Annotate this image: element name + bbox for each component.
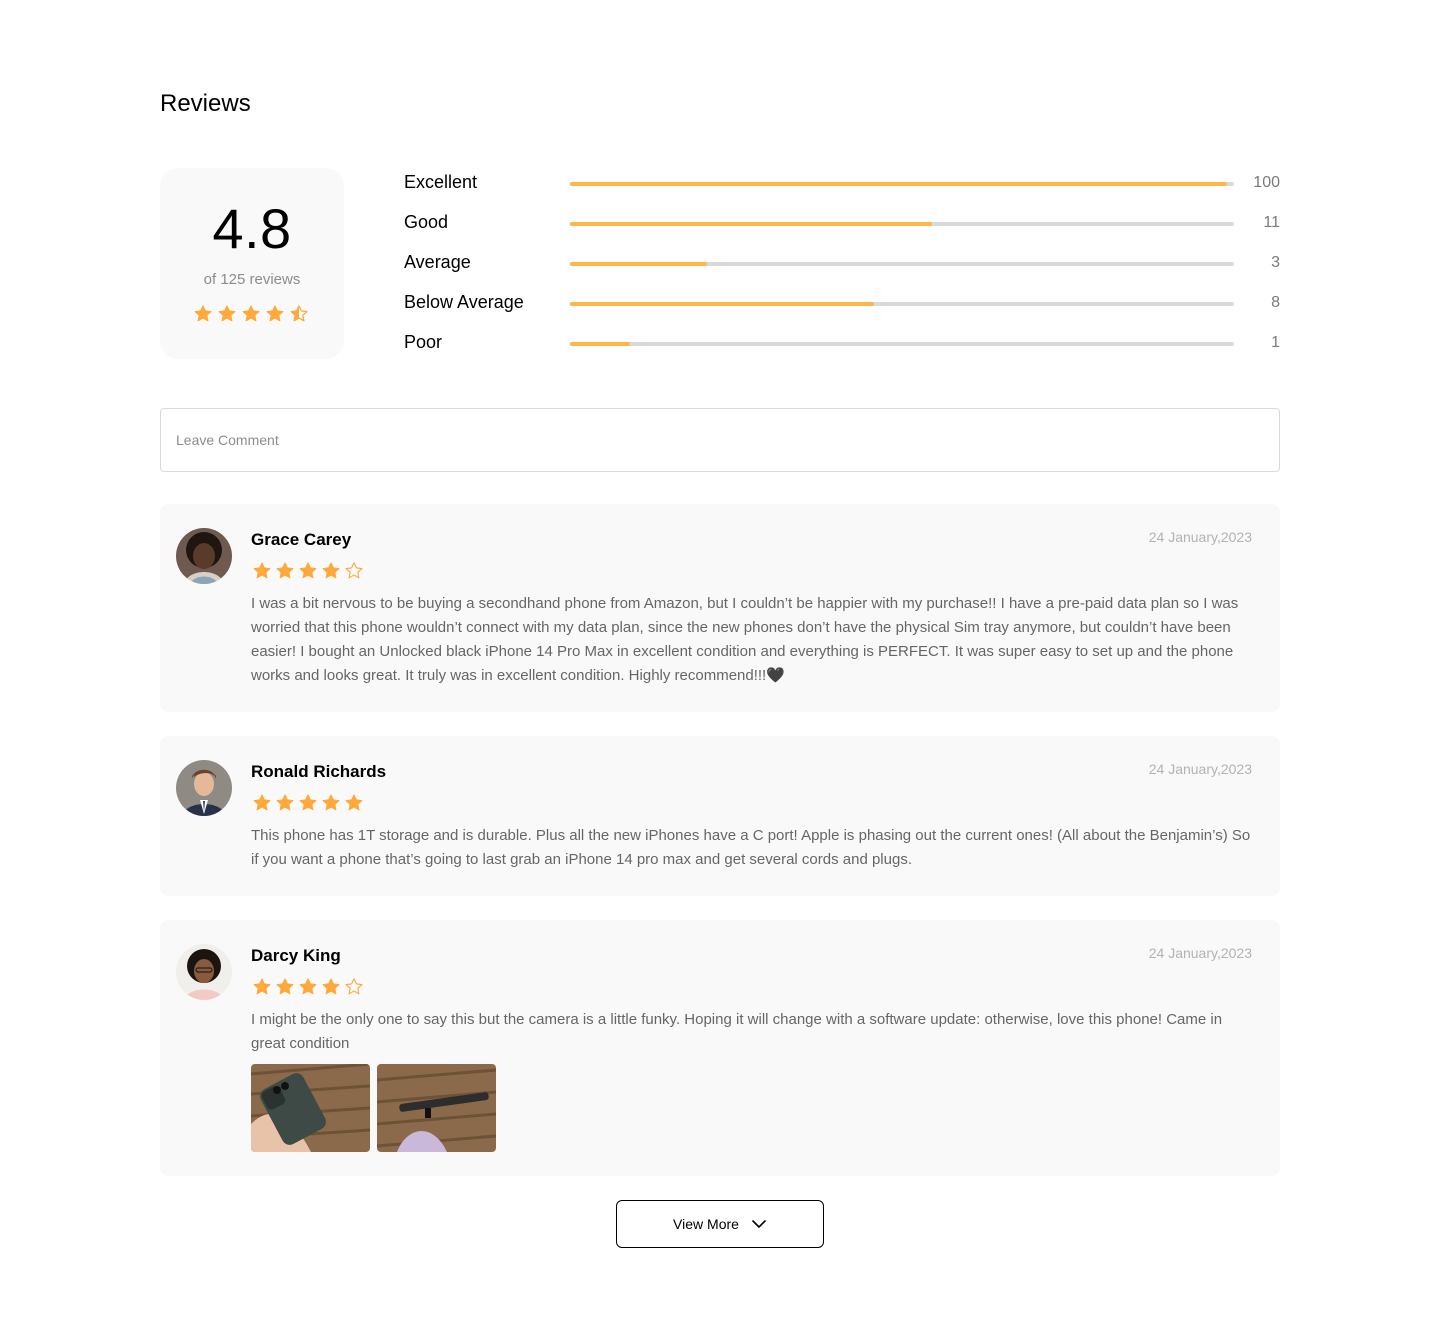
breakdown-label: Excellent — [404, 172, 478, 192]
star-filled-icon — [275, 793, 295, 813]
avatar — [176, 760, 232, 816]
breakdown-label: Good — [404, 212, 449, 232]
star-filled-icon — [193, 304, 213, 324]
avatar — [176, 944, 232, 1000]
star-filled-icon — [275, 977, 295, 997]
reviewer-name: Darcy King — [251, 946, 341, 965]
review-stars — [252, 977, 364, 997]
reviewer-name: Grace Carey — [251, 530, 352, 549]
star-filled-icon — [321, 977, 341, 997]
reviewer-name: Ronald Richards — [251, 762, 387, 781]
view-more-button[interactable]: View More — [616, 1200, 824, 1248]
breakdown-label: Average — [404, 252, 471, 272]
review-card: Grace Carey 24 January,2023 I was a bit … — [160, 504, 1280, 712]
review-text: I might be the only one to say this but … — [251, 1011, 1223, 1052]
star-filled-icon — [265, 304, 285, 324]
review-card: Ronald Richards 24 January,2023 This pho… — [160, 736, 1280, 896]
breakdown-bar-track — [570, 222, 1234, 226]
breakdown-count: 3 — [1271, 254, 1280, 271]
breakdown-row-average: Average 3 — [404, 248, 1280, 280]
breakdown-bar-fill — [570, 262, 708, 266]
star-filled-icon — [252, 793, 272, 813]
breakdown-bar-track — [570, 342, 1234, 346]
average-rating: 4.8 — [212, 197, 292, 260]
star-empty-icon — [344, 977, 364, 997]
page-title: Reviews — [160, 90, 251, 117]
breakdown-label: Poor — [404, 332, 443, 352]
review-text: This phone has 1T storage and is durable… — [251, 827, 1251, 868]
breakdown-row-below-average: Below Average 8 — [404, 288, 1280, 320]
breakdown-bar-track — [570, 182, 1234, 186]
review-photo[interactable] — [377, 1064, 496, 1152]
star-filled-icon — [344, 793, 364, 813]
summary-stars — [193, 304, 309, 324]
review-photo[interactable] — [251, 1064, 370, 1152]
star-filled-icon — [252, 977, 272, 997]
breakdown-bar-fill — [570, 222, 932, 226]
breakdown-row-good: Good 11 — [404, 208, 1280, 240]
star-filled-icon — [252, 561, 272, 581]
review-stars — [252, 793, 364, 813]
review-date: 24 January,2023 — [1148, 945, 1252, 961]
review-date: 24 January,2023 — [1148, 529, 1252, 545]
review-count: of 125 reviews — [203, 271, 301, 288]
breakdown-bar-fill — [570, 342, 630, 346]
breakdown-count: 1 — [1271, 334, 1280, 351]
review-card: Darcy King 24 January,2023 I might be th… — [160, 920, 1280, 1176]
rating-summary-card: 4.8 of 125 reviews — [160, 168, 344, 359]
breakdown-bar-fill — [570, 182, 1228, 186]
breakdown-row-poor: Poor 1 — [404, 328, 1280, 360]
star-filled-icon — [321, 561, 341, 581]
leave-comment-input[interactable] — [160, 408, 1280, 472]
avatar — [176, 528, 232, 584]
star-filled-icon — [298, 793, 318, 813]
breakdown-bar-track — [570, 262, 1234, 266]
breakdown-row-excellent: Excellent 100 — [404, 168, 1280, 200]
view-more-label: View More — [673, 1216, 739, 1232]
star-filled-icon — [217, 304, 237, 324]
breakdown-bar-track — [570, 302, 1234, 306]
review-stars — [252, 561, 364, 581]
star-filled-icon — [321, 793, 341, 813]
breakdown-bar-fill — [570, 302, 875, 306]
breakdown-count: 11 — [1263, 214, 1280, 231]
star-filled-icon — [298, 977, 318, 997]
star-filled-icon — [298, 561, 318, 581]
breakdown-label: Below Average — [404, 292, 524, 312]
star-half-icon — [289, 304, 309, 324]
star-filled-icon — [275, 561, 295, 581]
review-text: I was a bit nervous to be buying a secon… — [251, 595, 1239, 684]
star-filled-icon — [241, 304, 261, 324]
breakdown-count: 8 — [1271, 294, 1280, 311]
breakdown-count: 100 — [1253, 174, 1280, 191]
star-empty-icon — [344, 561, 364, 581]
review-date: 24 January,2023 — [1148, 761, 1252, 777]
chevron-down-icon — [751, 1216, 767, 1232]
